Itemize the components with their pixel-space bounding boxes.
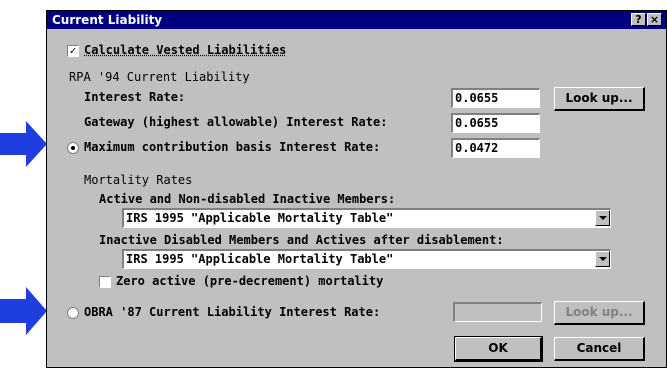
disabled-mortality-value: IRS 1995 "Applicable Mortality Table" bbox=[126, 252, 394, 266]
obra-label: OBRA '87 Current Liability Interest Rate… bbox=[84, 305, 381, 319]
interest-rate-label: Interest Rate: bbox=[84, 90, 186, 104]
active-mortality-value: IRS 1995 "Applicable Mortality Table" bbox=[126, 211, 394, 225]
current-liability-dialog: Current Liability ? × ✓ Calculate Vested… bbox=[46, 10, 667, 368]
interest-rate-field[interactable]: 0.0655 bbox=[451, 88, 540, 108]
rpa-heading: RPA '94 Current Liability bbox=[69, 70, 250, 84]
zero-active-label: Zero active (pre-decrement) mortality bbox=[116, 274, 384, 288]
max-contrib-rate-field[interactable]: 0.0472 bbox=[451, 138, 540, 158]
zero-active-checkbox[interactable] bbox=[99, 276, 111, 288]
calc-vested-label: Calculate Vested Liabilities bbox=[84, 43, 287, 57]
chevron-down-icon[interactable] bbox=[595, 210, 610, 226]
close-button[interactable]: × bbox=[647, 13, 662, 26]
gateway-rate-field[interactable]: 0.0655 bbox=[451, 113, 540, 133]
active-mortality-select[interactable]: IRS 1995 "Applicable Mortality Table" bbox=[122, 208, 611, 228]
pointer-arrow-icon bbox=[0, 121, 47, 167]
title-bar: Current Liability ? × bbox=[47, 11, 666, 29]
disabled-mortality-select[interactable]: IRS 1995 "Applicable Mortality Table" bbox=[122, 249, 611, 269]
calc-vested-checkbox[interactable]: ✓ bbox=[67, 45, 79, 57]
obra-radio[interactable] bbox=[67, 307, 79, 319]
lookup-button[interactable]: Look up... bbox=[554, 87, 645, 111]
radio-selected-dot bbox=[71, 146, 75, 150]
active-members-label: Active and Non-disabled Inactive Members… bbox=[99, 192, 396, 206]
help-button[interactable]: ? bbox=[631, 13, 646, 26]
max-contrib-radio[interactable] bbox=[67, 142, 79, 154]
chevron-down-icon[interactable] bbox=[595, 251, 610, 267]
disabled-members-label: Inactive Disabled Members and Actives af… bbox=[99, 233, 504, 247]
obra-lookup-button[interactable]: Look up... bbox=[554, 301, 645, 325]
obra-rate-field[interactable] bbox=[453, 302, 542, 322]
cancel-button[interactable]: Cancel bbox=[554, 337, 645, 361]
mortality-heading: Mortality Rates bbox=[84, 173, 193, 187]
ok-button[interactable]: OK bbox=[454, 336, 543, 362]
pointer-arrow-icon bbox=[0, 287, 47, 335]
max-contrib-label: Maximum contribution basis Interest Rate… bbox=[84, 140, 381, 154]
gateway-label: Gateway (highest allowable) Interest Rat… bbox=[84, 115, 388, 129]
window-title: Current Liability bbox=[52, 13, 163, 27]
